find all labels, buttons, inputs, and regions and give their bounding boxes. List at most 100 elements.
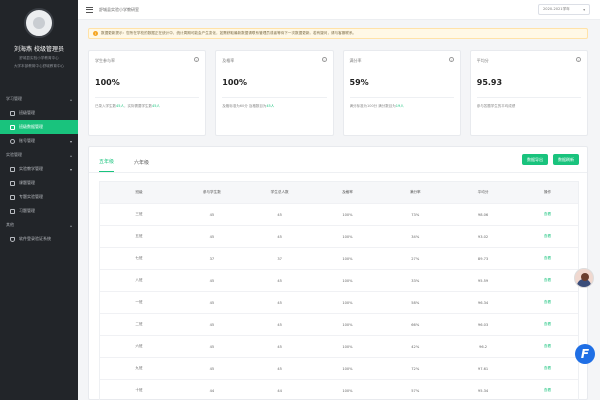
- sidebar-item[interactable]: 实验教学管理 ▾: [0, 162, 78, 176]
- stat-cards: 学生参与率 i 100% 已录入学生数45人，实际需要学生数45人 及格率 i 100% 及格…: [88, 50, 588, 136]
- sidebar-item[interactable]: 习题管理: [0, 204, 78, 218]
- sidebar-item-label: 专题实验管理: [19, 194, 43, 199]
- table-cell: 34%: [411, 234, 420, 239]
- divider: [222, 97, 327, 98]
- table-cell: 六班: [135, 344, 143, 348]
- table-cell: 100%: [342, 344, 353, 349]
- breadcrumb: 舒城县实验小学教研室: [99, 6, 139, 12]
- class-table: 班级 参与学生数 学生总人数 及格率 满分率 平均分 操作 三班 45 45 100% 73% 98.0…: [99, 181, 579, 400]
- grade-tab[interactable]: 五年级: [99, 158, 115, 172]
- sidebar-item[interactable]: 软件登录验证系统: [0, 232, 78, 246]
- stat-card-title: 学生参与率: [95, 58, 115, 63]
- table-cell: 一班: [135, 300, 143, 304]
- sidebar-item-content: 习题管理: [10, 208, 35, 214]
- divider: [349, 97, 454, 98]
- table-row: 九班 45 45 100% 72% 97.61 查看: [100, 358, 578, 380]
- table-cell: 73%: [411, 212, 420, 217]
- table-cell: 100%: [342, 256, 353, 261]
- column-header: 平均分: [477, 190, 489, 194]
- sidebar-item[interactable]: 账号管理 ▾: [0, 134, 78, 148]
- view-link[interactable]: 查看: [517, 300, 578, 305]
- info-icon: !: [93, 31, 98, 36]
- export-button[interactable]: 数据导出: [522, 154, 548, 165]
- sidebar-item[interactable]: 班级数据管理: [0, 120, 78, 134]
- stat-card-foot-count: 45人: [116, 104, 124, 108]
- table-cell: 45: [277, 344, 282, 349]
- menu-group-label: 其他: [6, 222, 14, 227]
- view-link[interactable]: 查看: [517, 256, 578, 261]
- stat-card-value: 100%: [95, 78, 120, 87]
- folder-icon: [10, 194, 15, 200]
- profile-name: 刘海燕 校级管理员: [14, 46, 64, 53]
- table-cell: 100%: [342, 322, 353, 327]
- sidebar-item-label: 账号管理: [19, 138, 35, 143]
- stat-card-title: 平均分: [476, 58, 489, 63]
- table-cell: 98.06: [477, 212, 489, 217]
- info-icon[interactable]: i: [321, 57, 327, 62]
- doc-icon: [10, 124, 15, 130]
- table-row: 二班 45 45 100% 66% 96.03 查看: [100, 314, 578, 336]
- stat-card-title: 满分率: [349, 58, 362, 63]
- table-cell: 45: [209, 234, 215, 239]
- column-header: 班级: [135, 190, 143, 194]
- stat-card-foot-count: 45人: [151, 104, 160, 108]
- view-link[interactable]: 查看: [517, 212, 578, 217]
- notice-banner: ! 数据更新提示：您所在学校的数据正在统计中，统计周期可能会产生变化，如需获取最…: [88, 28, 588, 39]
- year-select[interactable]: 2020-2021学年 ▾: [538, 4, 590, 15]
- list-icon: [10, 208, 15, 214]
- table-cell: 100%: [342, 278, 353, 283]
- stat-card-foot-text: 参与答题学生的平均成绩: [476, 104, 516, 108]
- grid-icon: [10, 110, 15, 116]
- menu-toggle-icon[interactable]: [86, 6, 93, 13]
- divider: [95, 97, 200, 98]
- table-cell: 33%: [411, 278, 420, 283]
- stat-card-foot-text: 满分标准为100分 满分数目为: [349, 104, 396, 108]
- view-link[interactable]: 查看: [517, 278, 578, 283]
- stat-card-foot: 及格标准为60分 及格数目为45人: [222, 104, 326, 109]
- view-link[interactable]: 查看: [517, 388, 578, 393]
- table-row: 十班 44 44 100% 57% 95.34 查看: [100, 380, 578, 400]
- sidebar-item[interactable]: 课题管理: [0, 176, 78, 190]
- view-link[interactable]: 查看: [517, 366, 578, 371]
- grade-tab[interactable]: 六年级: [134, 159, 149, 172]
- avatar-placeholder-icon: [33, 17, 45, 29]
- chevron-down-icon: ▾: [69, 138, 72, 144]
- stat-card: 平均分 i 95.93 参与答题学生的平均成绩: [469, 50, 588, 136]
- sidebar: 刘海燕 校级管理员 舒城县实验小学教育中心 大学本部教育中心舒城教育中心 学习管…: [0, 0, 78, 400]
- table-cell: 100%: [342, 212, 353, 217]
- table-cell: 三班: [135, 212, 143, 216]
- user-icon: [10, 138, 15, 144]
- brand-logo-icon[interactable]: F: [575, 344, 595, 364]
- sidebar-item[interactable]: 专题实验管理: [0, 190, 78, 204]
- stat-card-title: 及格率: [222, 58, 235, 63]
- table-cell: 十班: [135, 388, 143, 392]
- stat-card-foot-count: 19人: [395, 104, 404, 108]
- stat-card-foot: 参与答题学生的平均成绩: [477, 104, 581, 109]
- stat-card-value: 59%: [349, 78, 369, 87]
- table-cell: 45: [277, 212, 282, 217]
- view-link[interactable]: 查看: [517, 234, 578, 239]
- menu-group[interactable]: 学习管理 ▴: [0, 92, 78, 106]
- grade-tabs: 五年级 六年级: [89, 147, 587, 173]
- sidebar-item[interactable]: 班级管理: [0, 106, 78, 120]
- info-icon[interactable]: i: [448, 57, 454, 62]
- sidebar-item-content: 账号管理: [10, 138, 35, 144]
- year-select-value: 2020-2021学年: [543, 7, 570, 11]
- info-icon[interactable]: i: [576, 57, 581, 62]
- table-cell: 45: [209, 278, 215, 283]
- stat-card-value: 100%: [222, 78, 247, 87]
- support-avatar[interactable]: [574, 268, 594, 288]
- menu-group[interactable]: 其他 ▴: [0, 218, 78, 232]
- stat-card-foot-text: ，实际需要学生数: [123, 104, 152, 108]
- avatar[interactable]: [24, 8, 54, 38]
- refresh-button[interactable]: 数据刷新: [553, 154, 579, 165]
- table-cell: 45: [209, 322, 215, 327]
- stat-card-foot: 已录入学生数45人，实际需要学生数45人: [95, 104, 199, 109]
- chevron-up-icon: ▴: [69, 96, 72, 102]
- view-link[interactable]: 查看: [517, 322, 578, 327]
- menu-group[interactable]: 实验管理 ▴: [0, 148, 78, 162]
- table-cell: 72%: [411, 366, 420, 371]
- table-cell: 96.03: [477, 322, 489, 327]
- table-cell: 37: [209, 256, 215, 261]
- view-link[interactable]: 查看: [517, 344, 578, 349]
